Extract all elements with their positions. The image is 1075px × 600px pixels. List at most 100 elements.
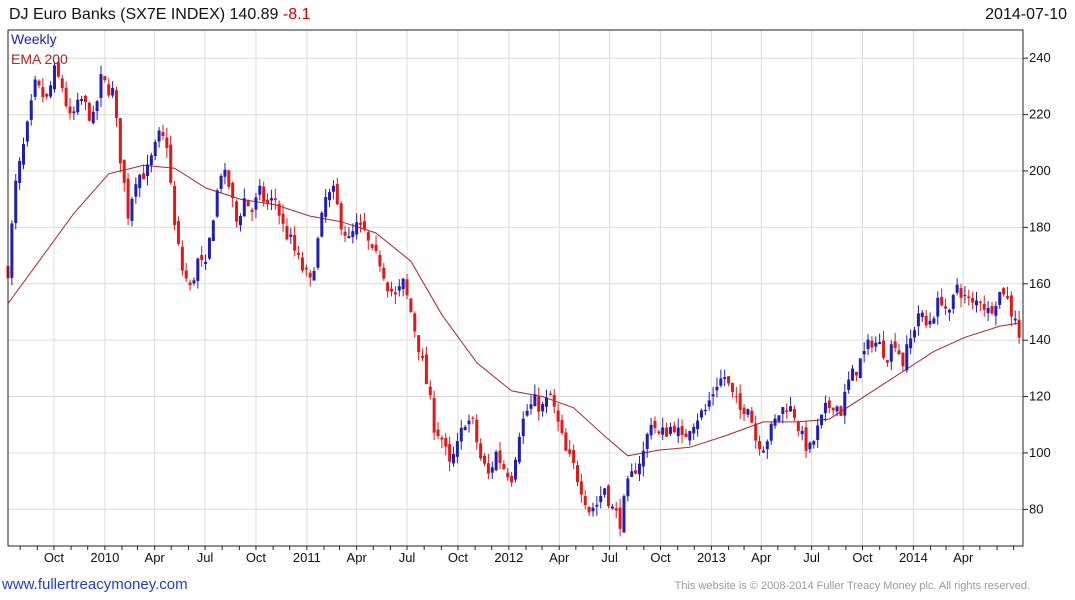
candle <box>215 188 219 218</box>
candle-body <box>699 410 703 418</box>
candle-body <box>242 198 246 217</box>
candle-body <box>331 185 335 192</box>
candle <box>355 213 359 240</box>
candle-body <box>955 284 959 293</box>
candle-body <box>378 254 382 267</box>
candle <box>436 421 440 440</box>
candle <box>827 397 831 414</box>
candle-body <box>436 429 440 437</box>
candle <box>514 457 517 483</box>
candle-body <box>475 419 479 443</box>
ema-layer <box>7 164 1020 457</box>
y-tick-label: 140 <box>1029 332 1051 347</box>
candle-body <box>529 404 533 409</box>
title-text: DJ Euro Banks (SX7E INDEX) 140.89 <box>9 6 279 23</box>
candle <box>622 494 626 533</box>
candle-body <box>428 386 432 396</box>
candle <box>188 279 192 291</box>
candle <box>134 177 138 204</box>
candle <box>661 417 665 441</box>
candle-body <box>68 106 72 114</box>
candle-body <box>366 232 370 241</box>
candle-body <box>479 443 483 459</box>
candle-body <box>18 160 22 183</box>
candle <box>789 396 793 412</box>
candle <box>219 173 223 194</box>
candle <box>885 359 889 367</box>
candle <box>258 179 262 201</box>
candle <box>676 418 680 444</box>
candle <box>405 273 409 300</box>
candle <box>626 475 630 502</box>
candle-body <box>452 453 456 464</box>
candle-body <box>928 320 932 325</box>
candle <box>785 403 789 419</box>
candle <box>773 414 777 429</box>
candle-body <box>355 222 359 235</box>
candle-body <box>626 478 630 497</box>
candle <box>173 181 177 231</box>
candle-body <box>556 410 560 422</box>
candle-body <box>87 102 91 121</box>
candle <box>45 93 49 100</box>
candle-body <box>235 201 239 222</box>
candle-body <box>459 427 463 442</box>
legend-ema: EMA 200 <box>11 51 68 67</box>
candle <box>10 220 14 286</box>
candle-body <box>312 271 316 281</box>
candle-body <box>510 475 514 483</box>
x-tick-label: Apr <box>751 550 772 565</box>
candle-body <box>781 407 785 415</box>
candle-body <box>785 410 789 413</box>
candle-body <box>734 396 738 398</box>
candle-body <box>661 427 665 435</box>
candle-body <box>851 368 855 381</box>
candle-body <box>304 267 308 270</box>
candle-body <box>374 244 378 251</box>
candle-body <box>777 415 781 422</box>
candle <box>994 301 998 326</box>
candle <box>533 384 537 407</box>
candle <box>665 422 669 437</box>
candle <box>490 461 494 480</box>
candle <box>606 484 610 509</box>
candle <box>72 106 76 121</box>
candle-body <box>335 183 339 205</box>
candle-body <box>390 288 394 292</box>
candle-body <box>692 426 696 434</box>
candle-body <box>645 434 649 449</box>
candle-body <box>854 371 858 376</box>
candle-body <box>184 270 188 279</box>
candle-body <box>882 340 886 358</box>
candle-body <box>564 432 568 451</box>
candle <box>971 291 975 310</box>
x-tick-label: Jul <box>197 550 214 565</box>
candle <box>986 301 990 322</box>
candle-body <box>820 414 824 426</box>
candle-body <box>940 296 944 306</box>
candle-body <box>405 279 409 296</box>
candle-body <box>149 155 153 166</box>
candle <box>227 169 231 190</box>
candle <box>374 235 378 254</box>
candle-body <box>49 85 53 97</box>
candle <box>29 94 33 126</box>
footer-website-link[interactable]: www.fullertreacymoney.com <box>2 576 188 593</box>
candle <box>359 214 363 233</box>
candle <box>521 411 525 444</box>
candle-body <box>266 199 270 204</box>
candle-body <box>599 495 603 503</box>
candle-body <box>64 87 68 107</box>
candle-body <box>986 307 990 314</box>
candle-body <box>83 95 87 103</box>
candle <box>76 92 80 115</box>
candle-body <box>622 496 626 533</box>
candle-body <box>982 303 986 310</box>
candle <box>897 344 901 356</box>
candle-body <box>21 144 25 165</box>
candle-body <box>897 350 901 355</box>
candle <box>804 420 808 458</box>
candle <box>657 429 661 436</box>
candle <box>111 81 115 98</box>
candle-body <box>1006 296 1010 299</box>
